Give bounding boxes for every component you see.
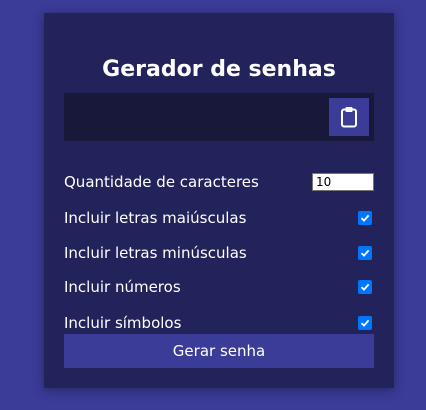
numbers-checkbox[interactable]: [358, 280, 372, 294]
lowercase-label: Incluir letras minúsculas: [64, 244, 247, 262]
password-result-box: [64, 93, 374, 141]
length-label: Quantidade de caracteres: [64, 173, 259, 191]
symbols-row: Incluir símbolos: [64, 311, 374, 335]
length-row: Quantidade de caracteres: [64, 170, 374, 194]
generate-password-button[interactable]: Gerar senha: [64, 334, 374, 368]
lowercase-checkbox[interactable]: [358, 246, 372, 260]
clipboard-icon: [340, 106, 358, 128]
numbers-label: Incluir números: [64, 278, 181, 296]
symbols-label: Incluir símbolos: [64, 314, 182, 332]
uppercase-label: Incluir letras maiúsculas: [64, 209, 247, 227]
symbols-checkbox[interactable]: [358, 316, 372, 330]
uppercase-checkbox[interactable]: [358, 211, 372, 225]
lowercase-row: Incluir letras minúsculas: [64, 241, 374, 265]
password-generator-card: Gerador de senhas Quantidade de caracter…: [44, 13, 394, 388]
copy-to-clipboard-button[interactable]: [329, 98, 369, 136]
uppercase-row: Incluir letras maiúsculas: [64, 206, 374, 230]
numbers-row: Incluir números: [64, 275, 374, 299]
page-title: Gerador de senhas: [102, 57, 336, 82]
length-input[interactable]: [312, 173, 374, 191]
